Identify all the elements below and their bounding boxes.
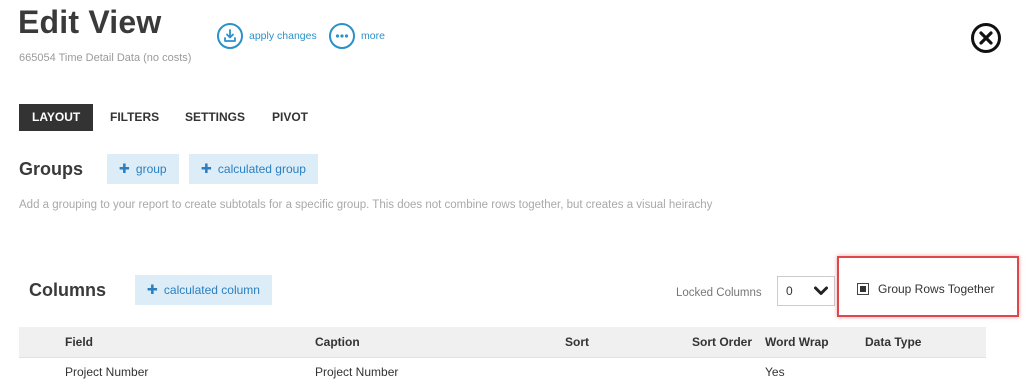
chevron-down-icon	[814, 286, 828, 295]
more-button[interactable]: more	[329, 23, 385, 49]
page-subtitle: 665054 Time Detail Data (no costs)	[19, 52, 192, 64]
add-group-label: group	[135, 162, 167, 176]
tab-filters[interactable]: FILTERS	[97, 104, 172, 131]
groups-description: Add a grouping to your report to create …	[19, 199, 713, 211]
table-cell-caption[interactable]: Project Number	[315, 365, 398, 379]
column-header-caption[interactable]: Caption	[315, 335, 360, 349]
columns-section-title: Columns	[29, 280, 107, 300]
group-rows-checkbox[interactable]	[857, 283, 869, 295]
column-header-field[interactable]: Field	[65, 335, 93, 349]
group-rows-label: Group Rows Together	[878, 282, 995, 296]
table-cell-field[interactable]: Project Number	[65, 365, 148, 379]
columns-table-header	[19, 327, 986, 357]
table-cell-word-wrap[interactable]: Yes	[765, 365, 785, 379]
row-divider	[19, 357, 986, 358]
apply-changes-button[interactable]: apply changes	[217, 23, 317, 49]
plus-icon: ✚	[147, 282, 158, 297]
group-rows-together-toggle[interactable]: Group Rows Together	[857, 282, 995, 296]
add-calculated-column-label: calculated column	[163, 283, 260, 297]
column-header-data-type[interactable]: Data Type	[865, 335, 921, 349]
close-button[interactable]	[971, 23, 1001, 53]
column-header-sort-order[interactable]: Sort Order	[692, 335, 752, 349]
download-icon	[217, 23, 243, 49]
apply-changes-label: apply changes	[249, 30, 317, 42]
locked-columns-value: 0	[786, 284, 793, 298]
more-label: more	[361, 30, 385, 42]
locked-columns-label: Locked Columns	[676, 287, 762, 299]
plus-icon: ✚	[119, 161, 130, 176]
close-icon	[979, 31, 993, 45]
groups-section-title: Groups	[19, 159, 84, 179]
more-dots-icon	[329, 23, 355, 49]
add-calculated-group-label: calculated group	[217, 162, 306, 176]
tab-settings[interactable]: SETTINGS	[172, 104, 258, 131]
column-header-sort[interactable]: Sort	[565, 335, 589, 349]
tab-pivot[interactable]: PIVOT	[259, 104, 321, 131]
plus-icon: ✚	[201, 161, 212, 176]
locked-columns-select[interactable]: 0	[777, 276, 835, 306]
column-header-word-wrap[interactable]: Word Wrap	[765, 335, 829, 349]
add-calculated-group-button[interactable]: ✚ calculated group	[189, 154, 318, 184]
tab-layout[interactable]: LAYOUT	[19, 104, 94, 131]
add-group-button[interactable]: ✚ group	[107, 154, 179, 184]
add-calculated-column-button[interactable]: ✚ calculated column	[135, 275, 272, 305]
page-title: Edit View	[18, 4, 162, 40]
